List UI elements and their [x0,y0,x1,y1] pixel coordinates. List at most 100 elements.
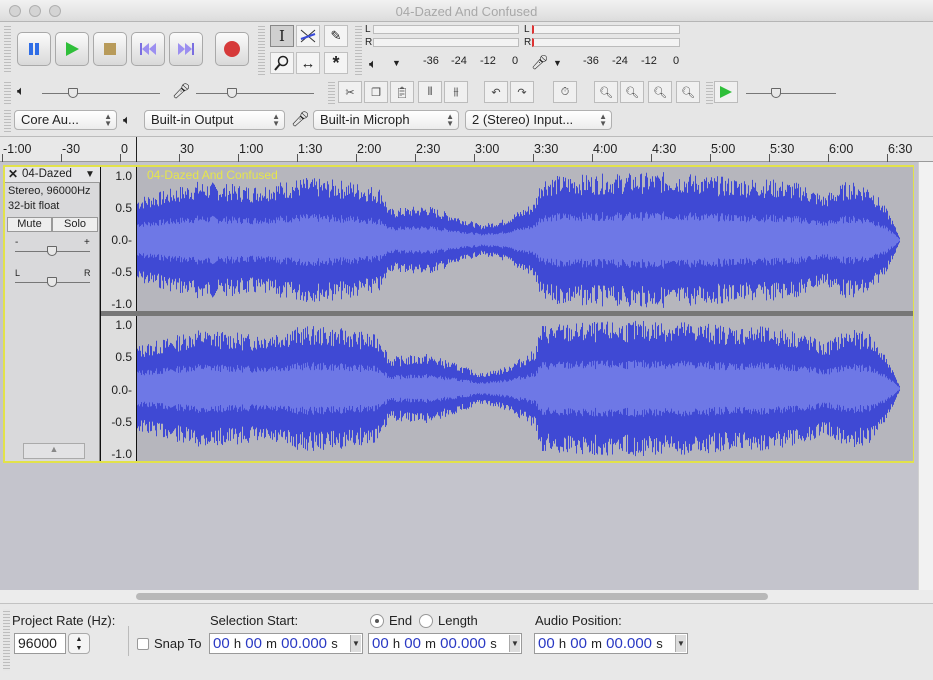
gain-minus-label: - [15,237,19,248]
gain-thumb[interactable] [47,246,57,256]
record-button[interactable] [215,32,249,66]
record-icon [224,41,240,57]
window-title: 04-Dazed And Confused [395,4,538,19]
pan-thumb[interactable] [47,277,57,287]
ruler-tick-label: 30 [180,142,194,156]
format-dropdown-icon[interactable]: ▼ [675,635,686,652]
record-meter-menu[interactable]: ▼ [553,58,562,68]
format-dropdown-icon[interactable]: ▼ [509,635,520,652]
skip-to-end-button[interactable] [169,32,203,66]
vertical-ruler-label: -1.0 [111,447,132,461]
pause-button[interactable] [17,32,51,66]
snap-to-label: Snap To [154,636,202,651]
vertical-ruler-label: -0.5 [111,414,132,429]
waveform-left-channel[interactable]: 04-Dazed And Confused [137,167,913,311]
toolbar-grip[interactable] [706,80,713,104]
collapse-track-button[interactable]: ▲ [23,443,85,459]
zoom-in-button[interactable]: 🔍︎ [594,81,618,103]
length-radio[interactable] [419,614,433,628]
toolbar-grip[interactable] [258,24,265,76]
timeline-ruler[interactable]: -1:00 -30 0 30 1:00 1:30 2:00 2:30 3:00 3:30 4:00 4… [0,136,933,162]
toolbar-grip[interactable] [328,80,335,104]
ruler-tick-mark [533,154,534,162]
ruler-tick-label: 1:00 [239,142,264,156]
project-rate-input[interactable]: 96000 [14,633,66,654]
copy-button[interactable]: ❐ [364,81,388,103]
toolbar-grip[interactable] [3,609,10,671]
output-volume-thumb[interactable] [68,88,78,98]
playback-scale-12: -12 [480,55,496,67]
minutes: 00 [245,635,262,652]
sync-lock-button[interactable]: ⏱︎ [553,81,577,103]
title-bar: 04-Dazed And Confused [0,0,933,22]
paste-button[interactable]: 📋︎ [390,81,414,103]
playback-meter-r: R [365,37,373,48]
toolbar-grip[interactable] [4,24,11,72]
output-device-select[interactable]: Built-in Output ▲ ▼ [144,110,285,130]
time-shift-tool[interactable]: ↔ [296,52,320,74]
horizontal-scrollbar[interactable] [0,590,918,603]
input-channels-select[interactable]: 2 (Stereo) Input... ▲ ▼ [465,110,612,130]
solo-button[interactable]: Solo [52,217,98,232]
undo-button[interactable]: ↶ [484,81,508,103]
project-rate-stepper[interactable]: ▲ ▼ [68,633,90,654]
input-device-select[interactable]: Built-in Microph ▲ ▼ [313,110,459,130]
ruler-tick-label: 5:30 [770,142,795,156]
play-speed-thumb[interactable] [771,88,781,98]
waveform-right-channel[interactable] [137,316,913,461]
stop-button[interactable] [93,32,127,66]
selection-end-time[interactable]: 00 h 00 m 00.000 s ▼ [368,633,522,654]
format-dropdown-icon[interactable]: ▼ [350,635,361,652]
toolbar-grip[interactable] [4,80,11,104]
fit-selection-icon: 🔍︎ [653,86,667,99]
trim-button[interactable]: ⫴ [418,81,442,103]
skip-to-start-button[interactable] [131,32,165,66]
audio-position-time[interactable]: 00 h 00 m 00.000 s ▼ [534,633,688,654]
vertical-ruler-label: -1.0 [111,297,132,311]
playback-meter-menu[interactable]: ▼ [392,58,401,68]
cut-button[interactable]: ✂ [338,81,362,103]
magnifier-icon [274,55,289,71]
fit-project-icon: 🔍︎ [681,86,695,99]
play-at-speed-button[interactable] [714,81,738,103]
ruler-tick-label: 4:30 [652,142,677,156]
track-bit-info: 32-bit float [8,200,60,212]
selection-tool[interactable]: I [270,25,294,47]
hours-unit: h [392,636,401,651]
play-button[interactable] [55,32,89,66]
zoom-out-button[interactable]: 🔍︎ [620,81,644,103]
selection-start-time[interactable]: 00 h 00 m 00.000 s ▼ [209,633,363,654]
ruler-tick-label: 6:30 [888,142,913,156]
input-volume-slider[interactable] [196,93,314,94]
multi-tool[interactable]: * [324,52,348,74]
ruler-tick-label: 5:00 [711,142,736,156]
snap-to-checkbox[interactable] [137,638,149,650]
gain-plus-label: + [84,237,90,248]
vertical-scrollbar[interactable] [918,162,933,590]
pan-right-label: R [84,268,91,278]
track-menu-chevron-icon[interactable]: ▼ [85,169,95,180]
horizontal-scroll-thumb[interactable] [136,593,768,600]
play-speed-slider[interactable] [746,93,836,94]
seconds: 00.000 [606,635,653,652]
playhead-marker[interactable] [136,137,137,162]
envelope-tool[interactable] [296,25,320,47]
draw-tool[interactable]: ✎ [324,25,348,47]
pause-icon [29,43,39,55]
output-volume-slider[interactable] [42,93,160,94]
toolbar-grip[interactable] [355,24,362,76]
fit-project-button[interactable]: 🔍︎ [676,81,700,103]
waveform-left-svg [137,172,900,308]
track-name-menu[interactable]: 04-Dazed [22,168,72,180]
zoom-tool[interactable] [270,52,294,74]
audio-host-select[interactable]: Core Au... ▲ ▼ [14,110,117,130]
toolbar-grip[interactable] [4,108,11,132]
fit-selection-button[interactable]: 🔍︎ [648,81,672,103]
track-close-button[interactable]: ✕ [8,167,18,181]
mute-button[interactable]: Mute [7,217,52,232]
input-volume-thumb[interactable] [227,88,237,98]
silence-button[interactable]: ⫵ [444,81,468,103]
undo-icon: ↶ [491,86,501,99]
redo-button[interactable]: ↷ [510,81,534,103]
end-radio[interactable] [370,614,384,628]
